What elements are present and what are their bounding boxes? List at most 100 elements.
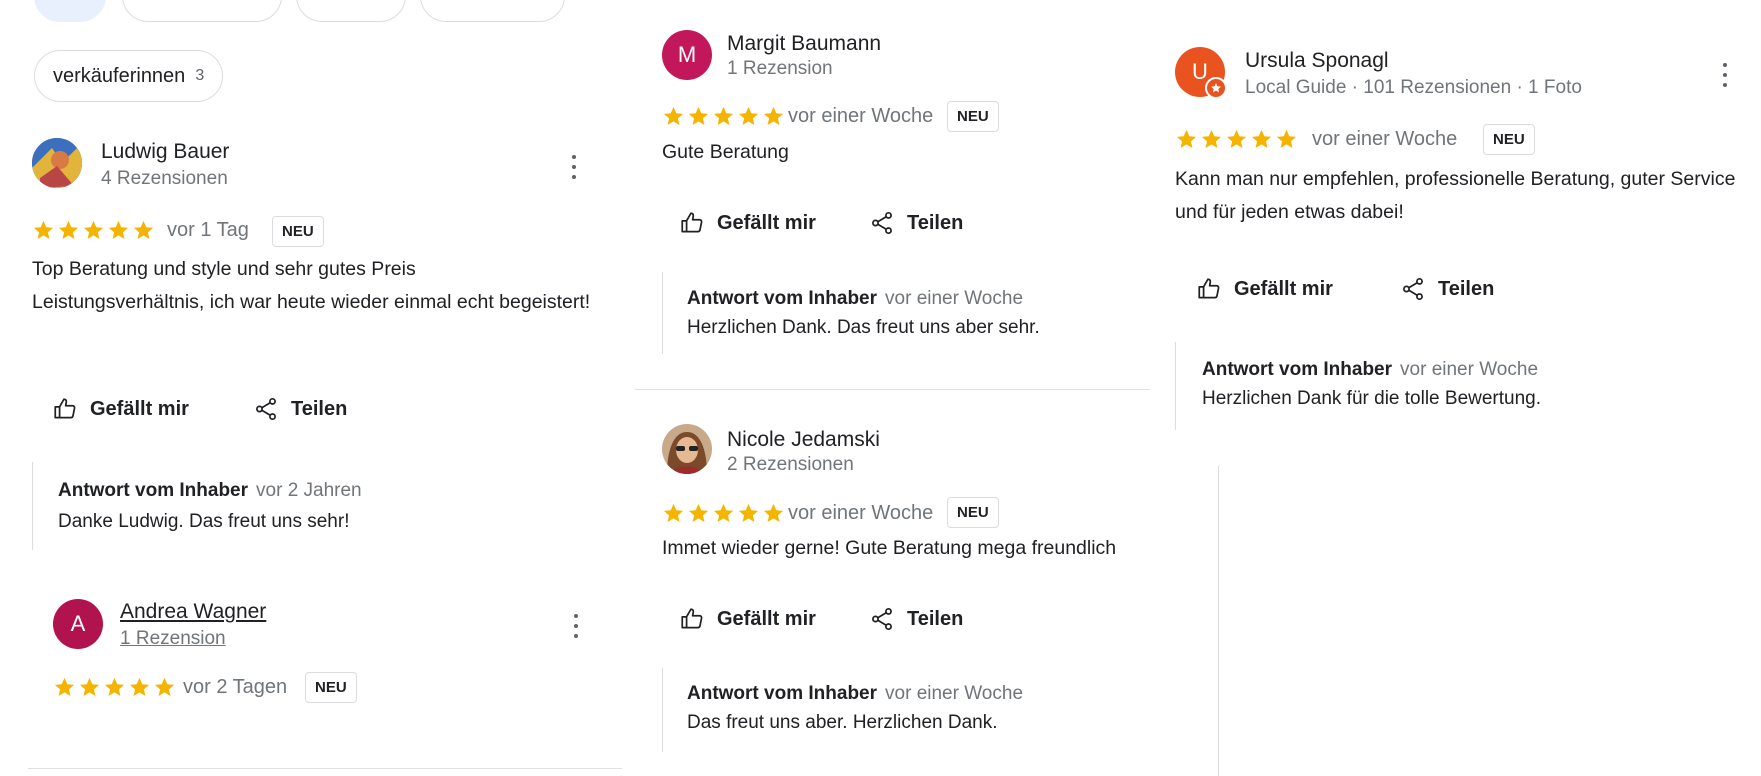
share-button[interactable]: Teilen (253, 396, 347, 422)
filter-chip[interactable] (420, 0, 565, 22)
review-time: vor einer Woche (788, 502, 934, 524)
share-label: Teilen (907, 607, 964, 630)
star-rating (1175, 128, 1298, 151)
reviewer-meta: Local Guide · 101 Rezensionen · 1 Foto (1245, 77, 1582, 98)
star-icon (79, 677, 100, 697)
star-icon (663, 106, 684, 126)
star-icon (1251, 129, 1272, 149)
divider (28, 768, 622, 769)
like-label: Gefällt mir (717, 211, 816, 234)
owner-reply-header: Antwort vom Inhaber vor einer Woche (687, 288, 1023, 310)
star-rating (662, 502, 785, 525)
like-button[interactable]: Gefällt mir (679, 606, 816, 632)
star-icon (154, 677, 175, 697)
star-icon (33, 220, 54, 240)
owner-reply-label: Antwort vom Inhaber (687, 288, 878, 309)
filter-chip[interactable] (296, 0, 406, 22)
filter-chip-all[interactable] (34, 0, 106, 22)
reply-divider (1175, 342, 1176, 430)
star-icon (83, 220, 104, 240)
reviewer-name[interactable]: Nicole Jedamski (727, 428, 880, 452)
more-options-icon[interactable] (1720, 63, 1730, 87)
owner-reply-time: vor 2 Jahren (256, 480, 362, 501)
reviewer-name[interactable]: Ursula Sponagl (1245, 49, 1389, 73)
divider (635, 389, 1150, 390)
share-label: Teilen (1438, 277, 1495, 300)
avatar-letter: A (70, 611, 86, 636)
star-icon (133, 220, 154, 240)
filter-chip-verkaeuferinnen[interactable]: verkäuferinnen 3 (34, 50, 224, 102)
new-badge: NEU (1483, 124, 1535, 155)
new-badge: NEU (272, 216, 324, 247)
review-text: Immet wieder gerne! Gute Beratung mega f… (662, 537, 1117, 559)
review-text: Top Beratung und style und sehr gutes Pr… (32, 258, 591, 313)
reply-divider (32, 462, 33, 550)
share-icon (872, 211, 892, 235)
share-button[interactable]: Teilen (869, 606, 963, 632)
filter-chip-label: verkäuferinnen (53, 64, 186, 87)
avatar-letter: U (1192, 59, 1208, 84)
photo-avatar-icon (32, 138, 82, 188)
star-icon (1226, 129, 1247, 149)
share-label: Teilen (907, 211, 964, 234)
avatar[interactable]: A (53, 599, 103, 649)
owner-reply-text: Das freut uns aber. Herzlichen Dank. (687, 712, 998, 733)
star-icon (1176, 129, 1197, 149)
star-icon (129, 677, 150, 697)
owner-reply-header: Antwort vom Inhaber vor einer Woche (687, 683, 1023, 705)
like-button[interactable]: Gefällt mir (1196, 276, 1333, 302)
new-badge: NEU (947, 101, 999, 132)
star-rating (662, 105, 785, 128)
star-rating (53, 676, 176, 699)
like-button[interactable]: Gefällt mir (679, 210, 816, 236)
avatar[interactable] (662, 424, 712, 474)
star-icon (713, 106, 734, 126)
share-icon (1403, 277, 1423, 301)
like-button[interactable]: Gefällt mir (52, 396, 189, 422)
filter-chip[interactable] (122, 0, 282, 22)
review-text: Kann man nur empfehlen, professionelle B… (1175, 168, 1736, 223)
avatar-letter: M (677, 42, 697, 67)
avatar[interactable]: U (1175, 47, 1227, 99)
new-badge: NEU (947, 497, 999, 528)
share-icon (256, 397, 276, 421)
reviewer-name[interactable]: Ludwig Bauer (101, 140, 229, 164)
owner-reply-text: Danke Ludwig. Das freut uns sehr! (58, 511, 350, 532)
like-label: Gefällt mir (90, 397, 189, 420)
reviewer-name[interactable]: Margit Baumann (727, 32, 881, 56)
thumb-up-icon (1198, 278, 1220, 299)
new-badge: NEU (305, 672, 357, 703)
star-icon (738, 503, 759, 523)
star-icon (688, 503, 709, 523)
owner-reply-label: Antwort vom Inhaber (58, 480, 249, 501)
owner-reply-text: Herzlichen Dank. Das freut uns aber sehr… (687, 317, 1040, 338)
share-button[interactable]: Teilen (1400, 276, 1494, 302)
star-icon (763, 106, 784, 126)
star-icon (54, 677, 75, 697)
reviewer-meta: 1 Rezension (727, 58, 833, 79)
more-options-icon[interactable] (569, 155, 579, 179)
avatar[interactable]: M (662, 30, 712, 80)
owner-reply-time: vor einer Woche (885, 683, 1024, 704)
star-icon (663, 503, 684, 523)
owner-reply-header: Antwort vom Inhaber vor einer Woche (1202, 359, 1538, 381)
local-guide-badge-icon (1205, 77, 1227, 99)
share-button[interactable]: Teilen (869, 210, 963, 236)
more-options-icon[interactable] (571, 614, 581, 638)
reviewer-name[interactable]: Andrea Wagner (120, 600, 266, 624)
reply-divider (662, 272, 663, 354)
thumb-up-icon (681, 212, 703, 233)
star-icon (688, 106, 709, 126)
star-icon (738, 106, 759, 126)
star-icon (713, 503, 734, 523)
avatar[interactable] (32, 138, 82, 188)
star-icon (108, 220, 129, 240)
share-label: Teilen (291, 397, 348, 420)
owner-reply-time: vor einer Woche (885, 288, 1024, 309)
star-rating (32, 219, 155, 242)
reply-divider (662, 668, 663, 752)
review-text: Gute Beratung (662, 141, 789, 163)
owner-reply-label: Antwort vom Inhaber (1202, 359, 1393, 380)
reviewer-meta: 4 Rezensionen (101, 168, 228, 189)
reviewer-meta[interactable]: 1 Rezension (120, 628, 226, 650)
